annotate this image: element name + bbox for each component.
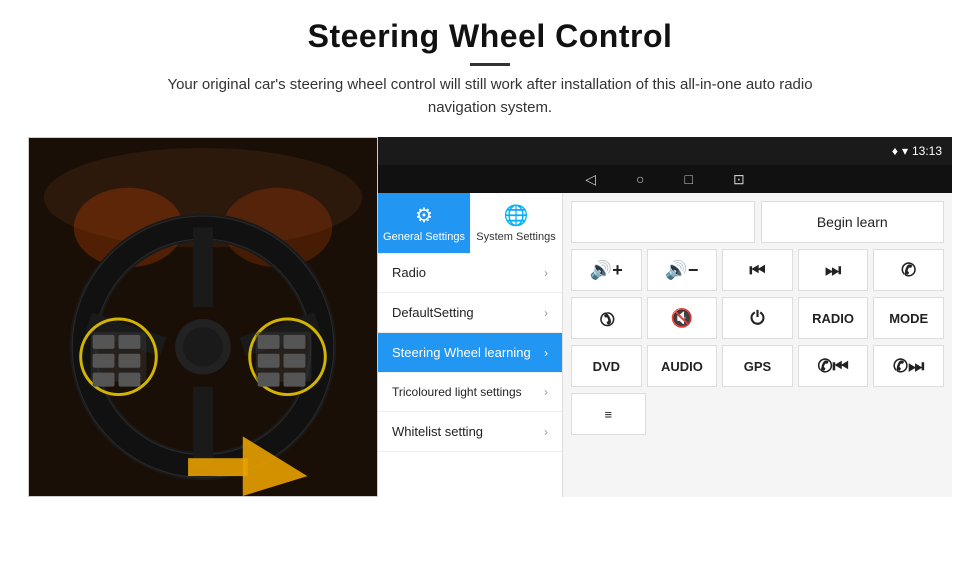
control-row-3: DVD AUDIO GPS ✆⏮ ✆⏭ (571, 345, 944, 387)
android-navbar: ◁ ○ □ ⊡ (378, 165, 952, 193)
call-prev-icon: ✆⏮ (817, 356, 848, 377)
recent-nav-icon[interactable]: □ (685, 171, 693, 187)
control-row-4: ≡ (571, 393, 944, 435)
skip-next-button[interactable]: ⏭ (798, 249, 869, 291)
menu-item-whitelist-label: Whitelist setting (392, 424, 483, 439)
android-ui: ♦ ▾ 13:13 ◁ ○ □ ⊡ ⚙ General Settings (378, 137, 952, 497)
menu-item-steering-label: Steering Wheel learning (392, 345, 531, 360)
control-row-1: 🔊+ 🔊− ⏮ ⏭ ✆ (571, 249, 944, 291)
header-divider (470, 63, 510, 66)
phone-button[interactable]: ✆ (873, 249, 944, 291)
skip-next-icon: ⏭ (825, 260, 841, 281)
android-statusbar: ♦ ▾ 13:13 (378, 137, 952, 165)
begin-learn-button[interactable]: Begin learn (761, 201, 945, 243)
menu-item-defaultsetting[interactable]: DefaultSetting › (378, 293, 562, 333)
power-button[interactable]: ⏻ (722, 297, 793, 339)
location-icon: ♦ (892, 144, 898, 158)
tab-general-label: General Settings (383, 231, 465, 243)
call-next-icon: ✆⏭ (893, 356, 924, 377)
power-icon: ⏻ (750, 308, 764, 329)
android-main: ⚙ General Settings 🌐 System Settings Rad… (378, 193, 952, 497)
audio-button[interactable]: AUDIO (647, 345, 718, 387)
screenshot-nav-icon[interactable]: ⊡ (733, 171, 745, 188)
mute-icon: 🔇 (671, 308, 693, 329)
menu-item-defaultsetting-label: DefaultSetting (392, 305, 474, 320)
wifi-icon: ▾ (902, 144, 908, 158)
dvd-button[interactable]: DVD (571, 345, 642, 387)
back-nav-icon[interactable]: ◁ (585, 171, 596, 188)
vol-up-button[interactable]: 🔊+ (571, 249, 642, 291)
status-icons: ♦ ▾ 13:13 (892, 144, 942, 158)
chevron-icon-tricoloured: › (544, 385, 548, 399)
radio-label: RADIO (812, 311, 854, 326)
chevron-icon-whitelist: › (544, 425, 548, 439)
tab-general-settings[interactable]: ⚙ General Settings (378, 193, 470, 253)
content-area: ♦ ▾ 13:13 ◁ ○ □ ⊡ ⚙ General Settings (28, 137, 952, 497)
menu-item-radio-label: Radio (392, 265, 426, 280)
control-panel: Begin learn 🔊+ 🔊− ⏮ ⏭ (563, 193, 952, 497)
mode-button[interactable]: MODE (873, 297, 944, 339)
menu-item-tricoloured-label: Tricoloured light settings (392, 385, 522, 399)
menu-item-tricoloured[interactable]: Tricoloured light settings › (378, 373, 562, 412)
menu-item-whitelist[interactable]: Whitelist setting › (378, 412, 562, 452)
page-description: Your original car's steering wheel contr… (140, 74, 840, 119)
home-nav-icon[interactable]: ○ (636, 171, 644, 187)
call-prev-button[interactable]: ✆⏮ (798, 345, 869, 387)
empty-field (571, 201, 755, 243)
audio-label: AUDIO (661, 359, 703, 374)
chevron-icon-steering: › (544, 346, 548, 360)
vol-down-button[interactable]: 🔊− (647, 249, 718, 291)
tab-system-settings[interactable]: 🌐 System Settings (470, 193, 562, 253)
settings-header: ⚙ General Settings 🌐 System Settings (378, 193, 562, 253)
globe-tab-icon: 🌐 (504, 203, 529, 228)
mute-button[interactable]: 🔇 (647, 297, 718, 339)
menu-items-list: Radio › DefaultSetting › Steering Wheel … (378, 253, 562, 497)
gps-label: GPS (744, 359, 771, 374)
vol-down-icon: 🔊− (665, 260, 698, 281)
radio-button[interactable]: RADIO (798, 297, 869, 339)
skip-prev-icon: ⏮ (749, 260, 765, 281)
menu-item-radio[interactable]: Radio › (378, 253, 562, 293)
chevron-icon-radio: › (544, 266, 548, 280)
begin-learn-row: Begin learn (571, 201, 944, 243)
call-next-button[interactable]: ✆⏭ (873, 345, 944, 387)
menu-icon: ≡ (605, 407, 613, 422)
hangup-icon: ✆ (594, 305, 620, 331)
dvd-label: DVD (593, 359, 620, 374)
tab-system-label: System Settings (476, 231, 555, 243)
menu-panel: ⚙ General Settings 🌐 System Settings Rad… (378, 193, 563, 497)
gear-tab-icon: ⚙ (415, 203, 433, 228)
chevron-icon-default: › (544, 306, 548, 320)
control-row-2: ✆ 🔇 ⏻ RADIO MODE (571, 297, 944, 339)
vol-up-icon: 🔊+ (590, 260, 623, 281)
page-header: Steering Wheel Control Your original car… (0, 0, 980, 129)
hangup-button[interactable]: ✆ (571, 297, 642, 339)
mode-label: MODE (889, 311, 928, 326)
phone-icon: ✆ (901, 260, 916, 281)
status-time: 13:13 (912, 144, 942, 158)
menu-icon-button[interactable]: ≡ (571, 393, 646, 435)
steering-wheel-image (28, 137, 378, 497)
page-title: Steering Wheel Control (60, 18, 920, 55)
skip-prev-button[interactable]: ⏮ (722, 249, 793, 291)
gps-button[interactable]: GPS (722, 345, 793, 387)
menu-item-steering[interactable]: Steering Wheel learning › (378, 333, 562, 373)
